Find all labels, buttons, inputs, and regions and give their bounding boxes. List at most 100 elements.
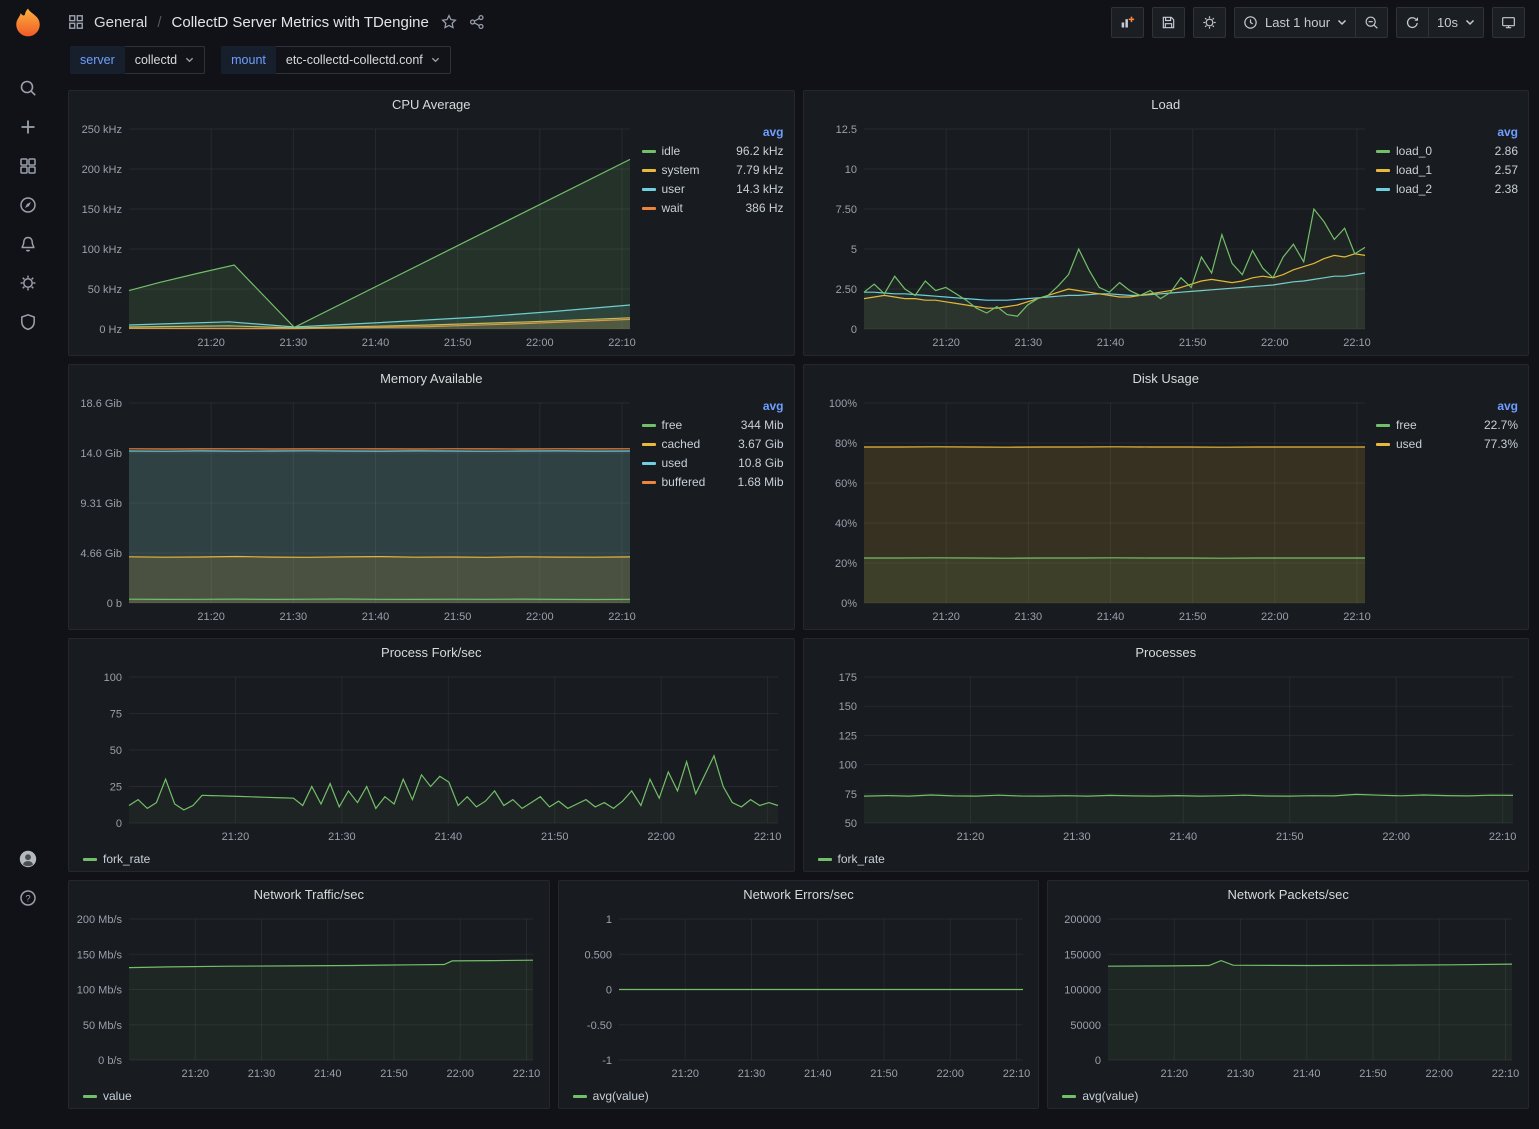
search-icon[interactable] (8, 68, 48, 107)
legend-series-name[interactable]: load_0 (1396, 144, 1432, 158)
chart-canvas[interactable]: 0 Hz50 kHz100 kHz150 kHz200 kHz250 kHz21… (71, 117, 640, 353)
save-dashboard-button[interactable] (1152, 7, 1185, 38)
add-panel-button[interactable] (1111, 7, 1144, 38)
panel-title[interactable]: Network Packets/sec (1048, 881, 1528, 907)
legend-series-name[interactable]: user (662, 182, 685, 196)
legend-avg-header[interactable]: avg (642, 125, 784, 139)
legend-item[interactable]: system7.79 kHz (642, 163, 784, 177)
chart-canvas[interactable]: 0%20%40%60%80%100%21:2021:3021:4021:5022… (806, 391, 1375, 627)
legend-item[interactable]: avg(value) (1062, 1089, 1138, 1103)
legend-series-swatch[interactable] (642, 207, 656, 210)
panel-title[interactable]: Network Traffic/sec (69, 881, 549, 907)
legend-series-swatch[interactable] (1376, 150, 1390, 153)
share-icon[interactable] (469, 14, 485, 30)
legend-avg-header[interactable]: avg (1376, 125, 1518, 139)
legend-series-swatch[interactable] (83, 1095, 97, 1098)
legend-series-name[interactable]: load_1 (1396, 163, 1432, 177)
legend-series-swatch[interactable] (642, 424, 656, 427)
legend-series-name[interactable]: system (662, 163, 700, 177)
legend-series-swatch[interactable] (1376, 169, 1390, 172)
panel-title[interactable]: Load (804, 91, 1529, 117)
legend-item[interactable]: cached3.67 Gib (642, 437, 784, 451)
legend-series-swatch[interactable] (642, 481, 656, 484)
legend-item[interactable]: used10.8 Gib (642, 456, 784, 470)
chart-canvas[interactable]: -1-0.5000.500121:2021:3021:4021:5022:002… (561, 907, 1033, 1084)
dashboards-icon[interactable] (8, 146, 48, 185)
legend-series-swatch[interactable] (573, 1095, 587, 1098)
legend-item[interactable]: load_02.86 (1376, 144, 1518, 158)
legend-series-name[interactable]: value (103, 1089, 132, 1103)
time-series-chart[interactable]: 05000010000015000020000021:2021:3021:402… (1050, 907, 1522, 1084)
legend-series-name[interactable]: wait (662, 201, 683, 215)
legend-item[interactable]: value (83, 1089, 132, 1103)
legend-series-name[interactable]: load_2 (1396, 182, 1432, 196)
chart-canvas[interactable]: 02.5057.501012.521:2021:3021:4021:5022:0… (806, 117, 1375, 353)
legend-item[interactable]: buffered1.68 Mib (642, 475, 784, 489)
legend-series-swatch[interactable] (1376, 443, 1390, 446)
panel-title[interactable]: Network Errors/sec (559, 881, 1039, 907)
legend-item[interactable]: idle96.2 kHz (642, 144, 784, 158)
legend-series-name[interactable]: used (662, 456, 688, 470)
zoom-out-button[interactable] (1356, 7, 1388, 38)
alerting-bell-icon[interactable] (8, 224, 48, 263)
time-series-chart[interactable]: 0%20%40%60%80%100%21:2021:3021:4021:5022… (806, 391, 1375, 627)
legend-series-swatch[interactable] (818, 858, 832, 861)
help-icon[interactable]: ? (8, 878, 48, 917)
refresh-button[interactable] (1396, 7, 1429, 38)
time-series-chart[interactable]: -1-0.5000.500121:2021:3021:4021:5022:002… (561, 907, 1033, 1084)
panel-title[interactable]: Process Fork/sec (69, 639, 794, 665)
chart-canvas[interactable]: 05000010000015000020000021:2021:3021:402… (1050, 907, 1522, 1084)
legend-series-swatch[interactable] (642, 462, 656, 465)
legend-item[interactable]: wait386 Hz (642, 201, 784, 215)
legend-series-name[interactable]: buffered (662, 475, 706, 489)
legend-series-swatch[interactable] (83, 858, 97, 861)
chart-canvas[interactable]: 0 b4.66 Gib9.31 Gib14.0 Gib18.6 Gib21:20… (71, 391, 640, 627)
apps-grid-icon[interactable] (68, 14, 84, 30)
legend-series-swatch[interactable] (642, 188, 656, 191)
legend-series-swatch[interactable] (642, 169, 656, 172)
chart-canvas[interactable]: 0 b/s50 Mb/s100 Mb/s150 Mb/s200 Mb/s21:2… (71, 907, 543, 1084)
user-avatar-icon[interactable] (8, 839, 48, 878)
legend-series-name[interactable]: avg(value) (593, 1089, 649, 1103)
refresh-interval-picker[interactable]: 10s (1429, 7, 1484, 38)
legend-item[interactable]: free22.7% (1376, 418, 1518, 432)
legend-item[interactable]: load_12.57 (1376, 163, 1518, 177)
legend-item[interactable]: fork_rate (818, 852, 885, 866)
time-series-chart[interactable]: 0 Hz50 kHz100 kHz150 kHz200 kHz250 kHz21… (71, 117, 640, 353)
legend-series-swatch[interactable] (1376, 188, 1390, 191)
breadcrumb-section[interactable]: General (94, 14, 147, 31)
panel-title[interactable]: Processes (804, 639, 1529, 665)
legend-series-name[interactable]: used (1396, 437, 1422, 451)
legend-avg-header[interactable]: avg (642, 399, 784, 413)
time-series-chart[interactable]: 0 b/s50 Mb/s100 Mb/s150 Mb/s200 Mb/s21:2… (71, 907, 543, 1084)
time-series-chart[interactable]: 0 b4.66 Gib9.31 Gib14.0 Gib18.6 Gib21:20… (71, 391, 640, 627)
legend-series-name[interactable]: avg(value) (1082, 1089, 1138, 1103)
legend-item[interactable]: used77.3% (1376, 437, 1518, 451)
time-range-picker[interactable]: Last 1 hour (1234, 7, 1356, 38)
legend-series-swatch[interactable] (1062, 1095, 1076, 1098)
variable-mount-picker[interactable]: etc-collectd-collectd.conf (276, 46, 451, 74)
configuration-gear-icon[interactable] (8, 263, 48, 302)
panel-title[interactable]: Memory Available (69, 365, 794, 391)
legend-series-name[interactable]: free (1396, 418, 1417, 432)
legend-item[interactable]: user14.3 kHz (642, 182, 784, 196)
legend-item[interactable]: fork_rate (83, 852, 150, 866)
variable-server-picker[interactable]: collectd (125, 46, 205, 74)
legend-series-swatch[interactable] (642, 150, 656, 153)
legend-item[interactable]: avg(value) (573, 1089, 649, 1103)
legend-series-swatch[interactable] (1376, 424, 1390, 427)
legend-item[interactable]: load_22.38 (1376, 182, 1518, 196)
create-plus-icon[interactable] (8, 107, 48, 146)
legend-item[interactable]: free344 Mib (642, 418, 784, 432)
time-series-chart[interactable]: 025507510021:2021:3021:4021:5022:0022:10 (71, 665, 788, 847)
chart-canvas[interactable]: 025507510021:2021:3021:4021:5022:0022:10 (71, 665, 788, 847)
legend-series-name[interactable]: free (662, 418, 683, 432)
star-icon[interactable] (441, 14, 457, 30)
server-admin-shield-icon[interactable] (8, 302, 48, 341)
tv-mode-button[interactable] (1492, 7, 1525, 38)
chart-canvas[interactable]: 507510012515017521:2021:3021:4021:5022:0… (806, 665, 1523, 847)
panel-title[interactable]: CPU Average (69, 91, 794, 117)
legend-avg-header[interactable]: avg (1376, 399, 1518, 413)
legend-series-name[interactable]: cached (662, 437, 701, 451)
time-series-chart[interactable]: 507510012515017521:2021:3021:4021:5022:0… (806, 665, 1523, 847)
